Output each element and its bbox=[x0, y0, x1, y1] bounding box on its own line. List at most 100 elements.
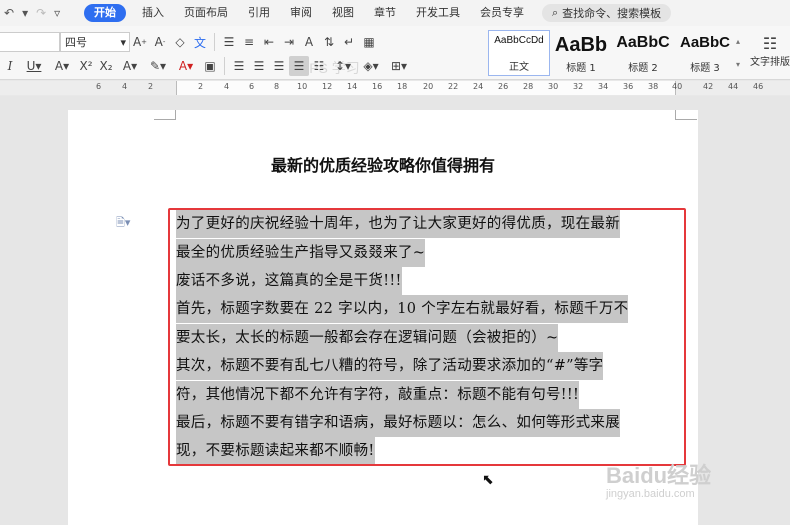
justify-icon[interactable]: ☰ bbox=[289, 56, 309, 76]
text-layout-button[interactable]: ☷ 文字排版 bbox=[750, 34, 790, 68]
chevron-down-icon[interactable]: ▾ bbox=[736, 60, 746, 69]
document-title[interactable]: 最新的优质经验攻略你值得拥有 bbox=[68, 152, 698, 176]
ribbon-home: WPS 学习 四号 ▾ A + A- ◇ 文 ☰ ≡ ⇤ ⇥ A ⇅ ↵ ▦ I … bbox=[0, 26, 790, 80]
increase-indent-icon[interactable]: ⇥ bbox=[279, 32, 299, 52]
style-name: 标题 2 bbox=[628, 63, 658, 74]
ruler-tick: 20 bbox=[423, 82, 434, 91]
ribbon-row-2: I U▾ A▾ X² X₂ A▾ ✎▾ A▾ ▣ ☰ ☰ ☰ ☰ ☷ ↕▾ ◈▾… bbox=[0, 55, 413, 77]
highlight-icon[interactable]: ✎▾ bbox=[144, 56, 172, 76]
line-spacing-icon[interactable]: ↕▾ bbox=[329, 56, 357, 76]
phonetic-guide-icon[interactable]: 文 bbox=[190, 32, 210, 52]
italic-icon[interactable]: I bbox=[0, 56, 20, 76]
tab-developer[interactable]: 开发工具 bbox=[406, 0, 470, 26]
paragraph-handle-icon[interactable]: 🗎▾ bbox=[116, 214, 130, 233]
shrink-font-icon[interactable]: A- bbox=[150, 32, 170, 52]
style-preview: AaBbCcDd bbox=[494, 35, 544, 46]
text-effect-icon[interactable]: A▾ bbox=[116, 56, 144, 76]
decrease-indent-icon[interactable]: ⇤ bbox=[259, 32, 279, 52]
ruler-tick: 26 bbox=[498, 82, 509, 91]
customize-chevron-icon[interactable]: ▿ bbox=[54, 6, 60, 20]
ruler-tick: 10 bbox=[297, 82, 308, 91]
styles-scroll[interactable]: ▴ ▾ bbox=[736, 30, 746, 76]
divider bbox=[214, 33, 215, 51]
numbering-icon[interactable]: ≡ bbox=[239, 32, 259, 52]
ruler-tick: 18 bbox=[397, 82, 408, 91]
tab-review[interactable]: 审阅 bbox=[280, 0, 322, 26]
redo-icon[interactable]: ↷ bbox=[36, 6, 46, 20]
tab-chapter[interactable]: 章节 bbox=[364, 0, 406, 26]
annotation-highlight-box bbox=[168, 208, 686, 466]
chevron-up-icon[interactable]: ▴ bbox=[736, 37, 746, 46]
ruler-tick: 40 bbox=[672, 82, 683, 91]
font-color-icon[interactable]: A▾ bbox=[172, 56, 200, 76]
text-layout-label: 文字排版 bbox=[750, 57, 790, 68]
ruler-tick: 22 bbox=[448, 82, 459, 91]
shading-icon[interactable]: ◈▾ bbox=[357, 56, 385, 76]
strikethrough-icon[interactable]: A▾ bbox=[48, 56, 76, 76]
style-heading-3[interactable]: AaBbC 标题 3 bbox=[674, 30, 736, 76]
style-name: 正文 bbox=[509, 62, 529, 73]
ruler-tick: 2 bbox=[148, 82, 154, 91]
ruler-tick: 16 bbox=[372, 82, 383, 91]
ruler-tick: 36 bbox=[623, 82, 634, 91]
style-heading-2[interactable]: AaBbC 标题 2 bbox=[612, 30, 674, 76]
borders-icon[interactable]: ⊞▾ bbox=[385, 56, 413, 76]
show-marks-icon[interactable]: ↵ bbox=[339, 32, 359, 52]
ruler-tick: 8 bbox=[274, 82, 280, 91]
ruler-tick: 34 bbox=[598, 82, 609, 91]
superscript-icon[interactable]: X² bbox=[76, 56, 96, 76]
tab-view[interactable]: 视图 bbox=[322, 0, 364, 26]
menu-bar: ↶ ▾ ↷ ▿ 开始 插入 页面布局 引用 审阅 视图 章节 开发工具 会员专享… bbox=[0, 0, 790, 26]
tab-insert[interactable]: 插入 bbox=[132, 0, 174, 26]
tab-home[interactable]: 开始 bbox=[84, 4, 126, 22]
font-size-select[interactable]: 四号 ▾ bbox=[60, 32, 130, 52]
style-preview: AaBbC bbox=[679, 34, 730, 51]
ruler-tick: 4 bbox=[122, 82, 128, 91]
tab-page-layout[interactable]: 页面布局 bbox=[174, 0, 238, 26]
chevron-down-icon: ▾ bbox=[120, 35, 126, 49]
underline-icon[interactable]: U▾ bbox=[20, 56, 48, 76]
sort-icon[interactable]: ⇅ bbox=[319, 32, 339, 52]
style-preview: AaBbC bbox=[616, 34, 670, 51]
bullets-icon[interactable]: ☰ bbox=[219, 32, 239, 52]
tab-member[interactable]: 会员专享 bbox=[470, 0, 534, 26]
text-layout-icon: ☷ bbox=[762, 34, 778, 53]
ruler-tick: 32 bbox=[573, 82, 584, 91]
align-center-icon[interactable]: ☰ bbox=[249, 56, 269, 76]
char-border-icon[interactable]: ▣ bbox=[200, 56, 220, 76]
ruler-tick: 24 bbox=[473, 82, 484, 91]
undo-icon[interactable]: ↶ bbox=[4, 6, 14, 20]
divider bbox=[224, 57, 225, 75]
margin-corner-mark bbox=[154, 110, 176, 120]
ruler-tick: 42 bbox=[703, 82, 714, 91]
ruler-tick: 28 bbox=[523, 82, 534, 91]
clear-format-icon[interactable]: ◇ bbox=[170, 32, 190, 52]
align-right-icon[interactable]: ☰ bbox=[269, 56, 289, 76]
table-icon[interactable]: ▦ bbox=[359, 32, 379, 52]
watermark-url: jingyan.baidu.com bbox=[606, 488, 695, 500]
search-icon: ⌕ bbox=[552, 6, 559, 19]
chinese-layout-icon[interactable]: A bbox=[299, 32, 319, 52]
command-search[interactable]: ⌕ 查找命令、搜索模板 bbox=[542, 4, 672, 22]
dropdown-chevron-icon[interactable]: ▾ bbox=[22, 6, 28, 20]
ruler-tick: 4 bbox=[224, 82, 230, 91]
tab-references[interactable]: 引用 bbox=[238, 0, 280, 26]
style-name: 标题 1 bbox=[566, 63, 596, 74]
quick-access-toolbar: ↶ ▾ ↷ ▿ bbox=[0, 6, 78, 20]
distributed-icon[interactable]: ☷ bbox=[309, 56, 329, 76]
subscript-icon[interactable]: X₂ bbox=[96, 56, 116, 76]
margin-corner-mark bbox=[675, 110, 697, 120]
grow-font-icon[interactable]: A + bbox=[130, 32, 150, 52]
style-normal[interactable]: AaBbCcDd 正文 bbox=[488, 30, 550, 76]
align-left-icon[interactable]: ☰ bbox=[229, 56, 249, 76]
ribbon-row-1: 四号 ▾ A + A- ◇ 文 ☰ ≡ ⇤ ⇥ A ⇅ ↵ ▦ bbox=[0, 31, 379, 53]
style-preview: AaBb bbox=[554, 34, 608, 56]
font-family-select[interactable] bbox=[0, 32, 60, 52]
ruler-tick: 30 bbox=[548, 82, 559, 91]
document-page[interactable]: 最新的优质经验攻略你值得拥有 🗎▾ 为了更好的庆祝经验十周年，也为了让大家更好的… bbox=[68, 110, 698, 525]
font-size-value: 四号 bbox=[65, 36, 87, 49]
ruler-tick: 12 bbox=[322, 82, 333, 91]
style-heading-1[interactable]: AaBb 标题 1 bbox=[550, 30, 612, 76]
styles-gallery: AaBbCcDd 正文 AaBb 标题 1 AaBbC 标题 2 AaBbC 标… bbox=[488, 30, 736, 76]
horizontal-ruler: 6 4 2 2 4 6 8 10 12 14 16 18 20 22 24 26… bbox=[0, 81, 790, 95]
